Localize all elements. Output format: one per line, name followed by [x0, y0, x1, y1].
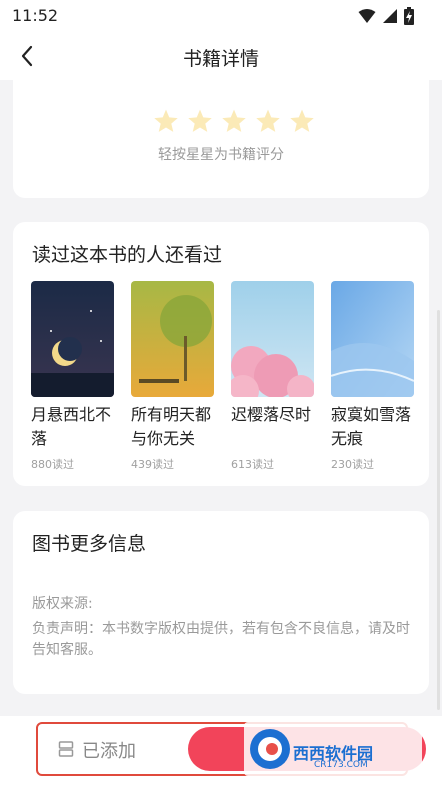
book-item[interactable]: 寂寞如雪落无痕 230读过 — [331, 281, 414, 472]
signal-icon — [383, 9, 397, 23]
book-title: 寂寞如雪落无痕 — [331, 405, 412, 448]
book-cover[interactable] — [231, 281, 314, 397]
status-bar: 11:52 — [0, 0, 442, 32]
book-cover[interactable] — [31, 281, 114, 397]
section-title: 图书更多信息 — [32, 533, 147, 555]
star-icon[interactable] — [187, 108, 213, 134]
section-title: 读过这本书的人还看过 — [32, 244, 223, 266]
scrollbar[interactable] — [437, 310, 440, 710]
star-icon[interactable] — [289, 108, 315, 134]
bookshelf-icon — [58, 741, 74, 757]
status-time: 11:52 — [12, 6, 59, 25]
book-title: 迟樱落尽时 — [231, 405, 312, 424]
star-icon[interactable] — [255, 108, 281, 134]
book-title: 所有明天都与你无关 — [131, 405, 212, 448]
book-list: 月悬西北不落 880读过 所有明天都与你无关 439读过 迟樱落尽时 613读过… — [31, 281, 414, 472]
rating-hint: 轻按星星为书籍评分 — [158, 147, 284, 163]
book-read-count: 880读过 — [31, 458, 74, 471]
book-title: 月悬西北不落 — [31, 405, 112, 448]
watermark-subtext: CR173.COM — [314, 760, 368, 770]
star-icon[interactable] — [221, 108, 247, 134]
disclaimer-text: 负责声明：本书数字版权由提供，若有包含不良信息，请及时告知客服。 — [32, 621, 410, 658]
copyright-label: 版权来源: — [32, 596, 93, 612]
star-icon[interactable] — [153, 108, 179, 134]
added-label: 已添加 — [82, 741, 136, 762]
book-item[interactable]: 月悬西北不落 880读过 — [31, 281, 114, 472]
page-title: 书籍详情 — [182, 48, 259, 70]
related-books-card: 读过这本书的人还看过 月悬西北不落 880读过 所有明天都与你无关 439读过 … — [13, 222, 429, 486]
wifi-icon — [358, 9, 376, 23]
book-read-count: 230读过 — [331, 458, 374, 471]
book-info-card: 图书更多信息 版权来源: 负责声明：本书数字版权由提供，若有包含不良信息，请及时… — [13, 511, 429, 694]
book-read-count: 613读过 — [231, 458, 274, 471]
rating-card: 轻按星星为书籍评分 — [13, 70, 429, 198]
book-item[interactable]: 迟樱落尽时 613读过 — [231, 281, 314, 472]
book-item[interactable]: 所有明天都与你无关 439读过 — [131, 281, 214, 472]
star-rating[interactable] — [153, 108, 315, 134]
book-read-count: 439读过 — [131, 458, 174, 471]
book-cover[interactable] — [331, 281, 414, 397]
battery-icon — [404, 7, 414, 25]
status-icons — [358, 7, 414, 25]
book-cover[interactable] — [131, 281, 214, 397]
